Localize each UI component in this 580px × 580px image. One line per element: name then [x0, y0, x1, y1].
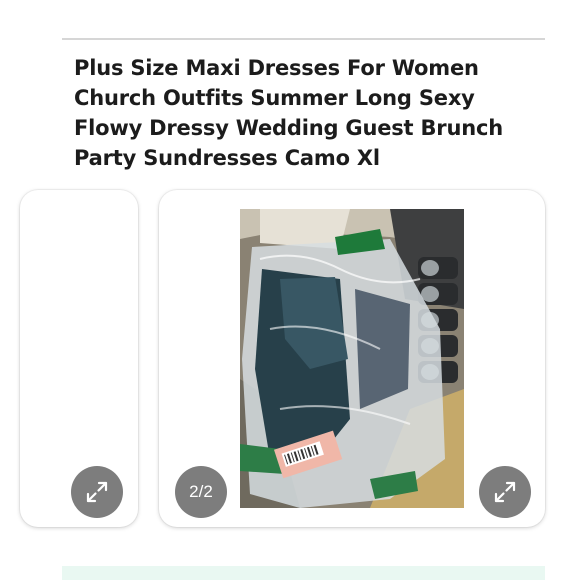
bottom-section-strip — [62, 566, 545, 580]
gallery-card-current[interactable]: 2/2 — [159, 190, 545, 527]
product-title: Plus Size Maxi Dresses For Women Church … — [74, 56, 503, 170]
expand-image-button[interactable] — [71, 466, 123, 518]
gallery-card-previous[interactable] — [20, 190, 138, 527]
top-divider — [62, 38, 545, 40]
product-photo[interactable] — [240, 209, 464, 508]
expand-arrows-icon — [86, 481, 108, 503]
expand-arrows-icon — [494, 481, 516, 503]
expand-image-button[interactable] — [479, 466, 531, 518]
image-counter-badge: 2/2 — [175, 466, 227, 518]
